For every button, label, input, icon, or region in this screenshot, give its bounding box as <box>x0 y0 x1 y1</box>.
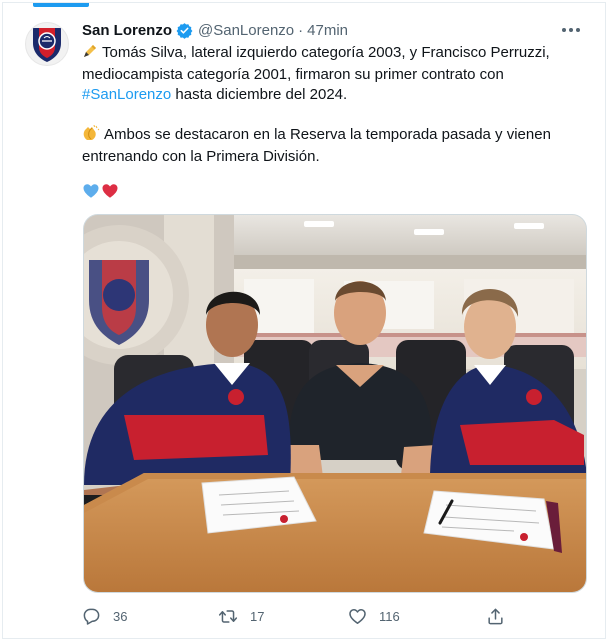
heart-icon <box>349 608 366 624</box>
share-button[interactable] <box>486 603 505 629</box>
tweet-action-bar: 36 17 116 <box>82 603 512 629</box>
tweet-text-line-2: Ambos se destacaron en la Reserva la tem… <box>82 126 551 165</box>
handle[interactable]: @SanLorenzo <box>198 22 294 39</box>
writing-hand-emoji <box>82 43 98 65</box>
retweet-count: 17 <box>250 608 265 624</box>
tweet-text-line-1: Tomás Silva, lateral izquierdo categoría… <box>82 44 550 83</box>
hashtag-link[interactable]: #SanLorenzo <box>82 86 171 103</box>
contract-signing-photo <box>84 215 586 592</box>
like-count: 116 <box>379 608 400 624</box>
avatar[interactable] <box>25 22 69 66</box>
hearts-emoji-line <box>82 182 119 200</box>
tweet-text: Tomás Silva, lateral izquierdo categoría… <box>82 43 582 167</box>
tweet-text-line-1-end: hasta diciembre del 2024. <box>171 86 348 103</box>
reply-count: 36 <box>113 608 128 624</box>
red-heart-emoji <box>102 184 118 198</box>
tweet-card[interactable]: San Lorenzo @SanLorenzo · 47min Tomás Si… <box>2 2 606 639</box>
like-button[interactable]: 116 <box>348 603 400 629</box>
tweet-header: San Lorenzo @SanLorenzo · 47min <box>82 20 348 40</box>
tweet-paragraph-1: Tomás Silva, lateral izquierdo categoría… <box>82 43 582 105</box>
separator-dot: · <box>298 21 304 39</box>
clapping-hands-emoji <box>82 124 100 147</box>
share-icon <box>488 608 503 624</box>
retweet-icon <box>218 609 238 623</box>
more-options-icon[interactable] <box>559 19 583 41</box>
reply-button[interactable]: 36 <box>82 603 127 629</box>
reply-icon <box>83 608 100 625</box>
timestamp[interactable]: 47min <box>307 22 348 39</box>
blue-heart-emoji <box>83 184 99 198</box>
retweet-button[interactable]: 17 <box>218 603 264 629</box>
verified-badge-icon <box>176 22 193 39</box>
tweet-photo[interactable] <box>83 214 587 593</box>
san-lorenzo-crest-icon <box>33 28 61 62</box>
display-name[interactable]: San Lorenzo <box>82 22 172 39</box>
tweet-paragraph-2: Ambos se destacaron en la Reserva la tem… <box>82 124 582 167</box>
top-accent-bar <box>33 3 89 7</box>
